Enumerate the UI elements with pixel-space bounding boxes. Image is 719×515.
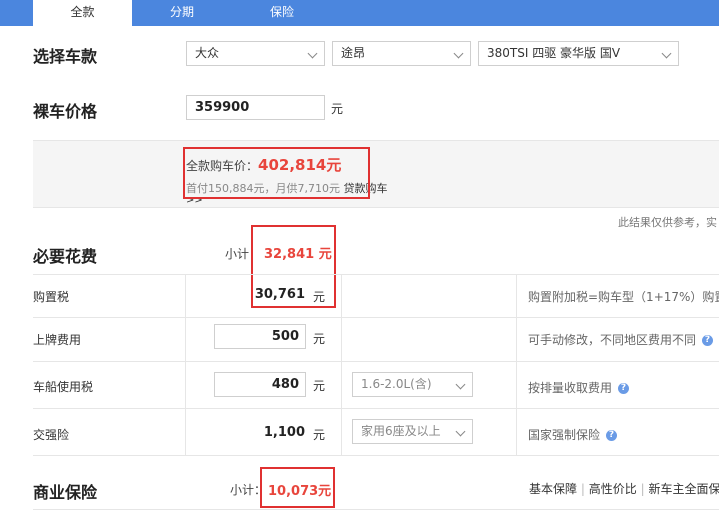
chevron-down-icon	[455, 379, 466, 390]
column-divider	[516, 274, 517, 455]
plan-value[interactable]: 高性价比	[589, 482, 637, 496]
compulsory-insurance-unit: 元	[313, 428, 326, 442]
compulsory-insurance-note-wrap: 国家强制保险?	[528, 426, 618, 443]
row-divider	[33, 509, 719, 510]
vehicle-tax-note: 按排量收取费用	[528, 381, 613, 395]
displacement-select-value: 1.6-2.0L(含)	[361, 377, 432, 391]
plate-fee-note: 可手动修改，不同地区费用不同	[528, 333, 697, 347]
vehicle-tax-input[interactable]: 480	[214, 372, 306, 397]
plate-fee-label: 上牌费用	[33, 333, 82, 347]
select-car-title: 选择车款	[33, 47, 98, 66]
plate-fee-input[interactable]: 500	[214, 324, 306, 349]
row-divider	[33, 274, 719, 275]
insurance-plan-options: 基本保障 | 高性价比 | 新车主全面保障	[529, 480, 719, 497]
chevron-down-icon	[453, 48, 464, 59]
commercial-insurance-highlight	[260, 467, 335, 508]
row-divider	[33, 317, 719, 318]
trim-select-value: 380TSI 四驱 豪华版 国V	[487, 46, 621, 60]
compulsory-insurance-value: 1,100	[263, 425, 305, 440]
help-icon[interactable]: ?	[606, 430, 618, 441]
row-divider	[33, 361, 719, 362]
brand-select-value: 大众	[195, 46, 220, 60]
total-price-highlight	[183, 147, 370, 199]
compulsory-insurance-note: 国家强制保险	[528, 428, 601, 442]
tab-full-payment[interactable]: 全款	[33, 0, 132, 26]
seat-type-select[interactable]: 家用6座及以上	[352, 419, 473, 444]
purchase-tax-label: 购置税	[33, 290, 70, 304]
chevron-down-icon	[455, 426, 466, 437]
bare-price-title: 裸车价格	[33, 102, 98, 121]
vehicle-tax-note-wrap: 按排量收取费用?	[528, 379, 630, 396]
summary-panel	[33, 140, 719, 208]
purchase-tax-value: 30,761	[254, 287, 305, 302]
plan-full[interactable]: 新车主全面保障	[648, 482, 719, 496]
help-icon[interactable]: ?	[702, 335, 714, 346]
brand-select[interactable]: 大众	[186, 41, 325, 66]
trim-select[interactable]: 380TSI 四驱 豪华版 国V	[478, 41, 679, 66]
plan-separator: |	[580, 482, 585, 496]
model-select[interactable]: 途昂	[332, 41, 471, 66]
chevron-down-icon	[307, 48, 318, 59]
vehicle-tax-unit: 元	[313, 379, 326, 393]
row-divider	[33, 408, 719, 409]
required-fees-title: 必要花费	[33, 247, 98, 266]
column-divider	[341, 274, 342, 455]
bare-price-unit: 元	[331, 102, 344, 116]
purchase-tax-note: 购置附加税=购车型（1+17%）购置	[528, 290, 719, 304]
compulsory-insurance-label: 交强险	[33, 428, 70, 442]
disclaimer-text: 此结果仅供参考，实	[618, 216, 717, 229]
plan-separator: |	[640, 482, 645, 496]
plate-fee-note-wrap: 可手动修改，不同地区费用不同?	[528, 331, 714, 348]
bare-price-input[interactable]: 359900	[186, 95, 325, 120]
commercial-insurance-title: 商业保险	[33, 483, 98, 502]
model-select-value: 途昂	[341, 46, 366, 60]
purchase-tax-unit: 元	[313, 290, 326, 304]
plan-basic[interactable]: 基本保障	[529, 482, 577, 496]
tab-installment[interactable]: 分期	[132, 0, 232, 26]
displacement-select[interactable]: 1.6-2.0L(含)	[352, 372, 473, 397]
seat-type-select-value: 家用6座及以上	[361, 424, 441, 438]
plate-fee-unit: 元	[313, 332, 326, 346]
row-divider	[33, 455, 719, 456]
column-divider	[185, 274, 186, 455]
vehicle-tax-label: 车船使用税	[33, 380, 94, 394]
chevron-down-icon	[661, 48, 672, 59]
tab-insurance[interactable]: 保险	[232, 0, 332, 26]
help-icon[interactable]: ?	[618, 383, 630, 394]
